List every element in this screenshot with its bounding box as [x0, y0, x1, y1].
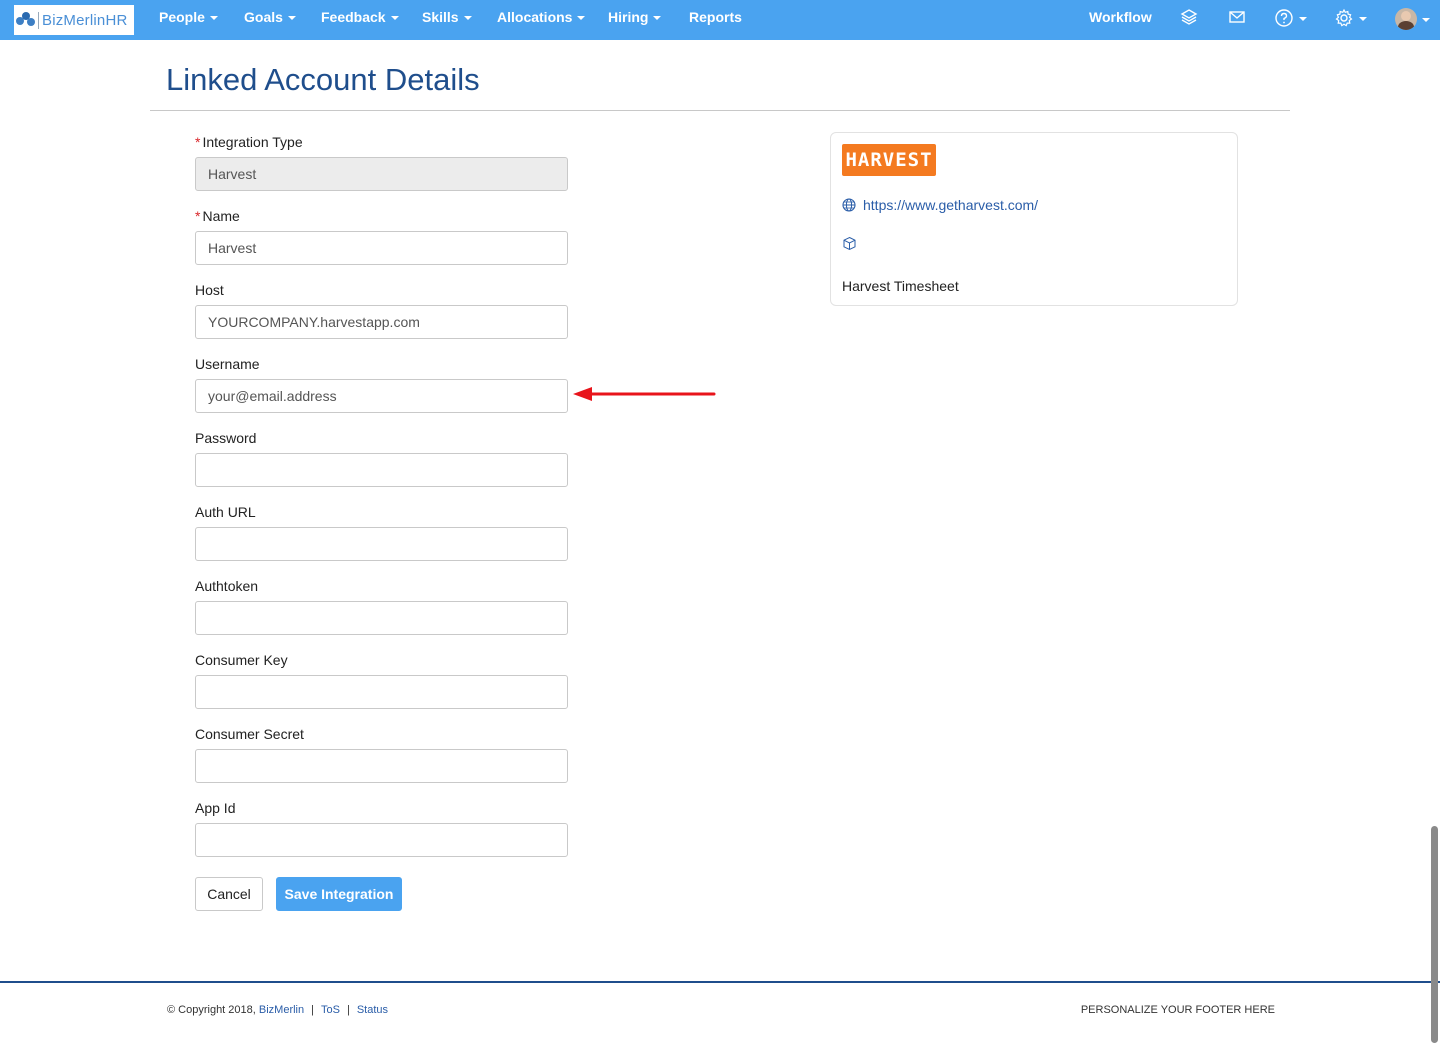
consumer-key-label: Consumer Key — [195, 652, 288, 668]
password-label: Password — [195, 430, 257, 446]
nav-skills-label: Skills — [422, 9, 459, 25]
globe-icon — [842, 198, 856, 212]
user-menu[interactable] — [1395, 8, 1430, 30]
copyright-text: © Copyright 2018, — [167, 1004, 256, 1016]
username-label: Username — [195, 356, 260, 372]
consumer-key-field[interactable] — [195, 675, 568, 709]
name-field[interactable] — [195, 231, 568, 265]
chevron-down-icon — [1422, 17, 1430, 22]
website-row: https://www.getharvest.com/ — [842, 197, 1038, 213]
status-link[interactable]: Status — [357, 1004, 388, 1016]
consumer-secret-field[interactable] — [195, 749, 568, 783]
people-logo-icon — [16, 12, 36, 28]
page-title: Linked Account Details — [166, 62, 480, 97]
nav-reports-label: Reports — [689, 9, 742, 25]
chevron-down-icon — [287, 15, 296, 20]
password-field[interactable] — [195, 453, 568, 487]
authtoken-label: Authtoken — [195, 578, 259, 594]
chevron-down-icon — [463, 15, 472, 20]
nav-reports[interactable]: Reports — [689, 9, 742, 25]
cancel-button[interactable]: Cancel — [195, 877, 263, 911]
footer-divider — [0, 981, 1440, 983]
vertical-scrollbar[interactable] — [1431, 826, 1438, 1043]
website-link[interactable]: https://www.getharvest.com/ — [863, 197, 1038, 213]
nav-feedback[interactable]: Feedback — [321, 9, 399, 25]
chevron-down-icon — [209, 15, 218, 20]
help-icon[interactable] — [1274, 8, 1307, 28]
chevron-down-icon — [1299, 16, 1307, 21]
authtoken-field[interactable] — [195, 601, 568, 635]
nav-hiring[interactable]: Hiring — [608, 9, 662, 25]
nav-skills[interactable]: Skills — [422, 9, 472, 25]
avatar — [1395, 8, 1417, 30]
footer-copyright: © Copyright 2018, BizMerlin | ToS | Status — [167, 1004, 388, 1016]
nav-people[interactable]: People — [159, 9, 218, 25]
username-field[interactable] — [195, 379, 568, 413]
bizmerlin-link[interactable]: BizMerlin — [259, 1004, 304, 1016]
chevron-down-icon — [577, 15, 586, 20]
top-navbar: BizMerlinHR People Goals Feedback Skills… — [0, 0, 1440, 40]
nav-feedback-label: Feedback — [321, 9, 386, 25]
nav-allocations[interactable]: Allocations — [497, 9, 586, 25]
chevron-down-icon — [1359, 16, 1367, 21]
nav-hiring-label: Hiring — [608, 9, 649, 25]
harvest-logo: HARVEST — [842, 144, 936, 176]
gear-icon[interactable] — [1334, 8, 1367, 28]
nav-workflow[interactable]: Workflow — [1089, 9, 1152, 25]
nav-allocations-label: Allocations — [497, 9, 573, 25]
app-id-field[interactable] — [195, 823, 568, 857]
required-marker: * — [195, 208, 201, 224]
integration-type-field — [195, 157, 568, 191]
auth-url-label: Auth URL — [195, 504, 256, 520]
footer-personalize-text: PERSONALIZE YOUR FOOTER HERE — [1080, 1004, 1275, 1016]
chevron-down-icon — [653, 15, 662, 20]
name-label: * Name — [195, 208, 240, 224]
brand-logo[interactable]: BizMerlinHR — [14, 5, 134, 35]
host-label: Host — [195, 282, 224, 298]
layers-icon[interactable] — [1180, 8, 1198, 26]
nav-workflow-label: Workflow — [1089, 9, 1152, 25]
name-label-text: Name — [202, 208, 240, 224]
brand-name: BizMerlinHR — [38, 11, 128, 29]
integration-type-label: * Integration Type — [195, 134, 303, 150]
separator: | — [346, 1004, 350, 1016]
auth-url-field[interactable] — [195, 527, 568, 561]
title-divider — [150, 110, 1290, 111]
integration-info-card: HARVEST https://www.getharvest.com/ Harv… — [830, 132, 1238, 306]
consumer-secret-label: Consumer Secret — [195, 726, 304, 742]
separator: | — [311, 1004, 314, 1016]
annotation-arrow-icon — [573, 387, 716, 401]
integration-type-label-text: Integration Type — [202, 134, 303, 150]
required-marker: * — [195, 134, 201, 150]
mail-icon[interactable] — [1228, 8, 1246, 26]
nav-goals-label: Goals — [244, 9, 283, 25]
app-id-label: App Id — [195, 800, 236, 816]
save-integration-button[interactable]: Save Integration — [276, 877, 402, 911]
integration-description: Harvest Timesheet — [842, 278, 959, 294]
chevron-down-icon — [390, 15, 399, 20]
host-field[interactable] — [195, 305, 568, 339]
nav-people-label: People — [159, 9, 205, 25]
nav-goals[interactable]: Goals — [244, 9, 296, 25]
cube-icon — [843, 236, 856, 251]
tos-link[interactable]: ToS — [321, 1004, 340, 1016]
